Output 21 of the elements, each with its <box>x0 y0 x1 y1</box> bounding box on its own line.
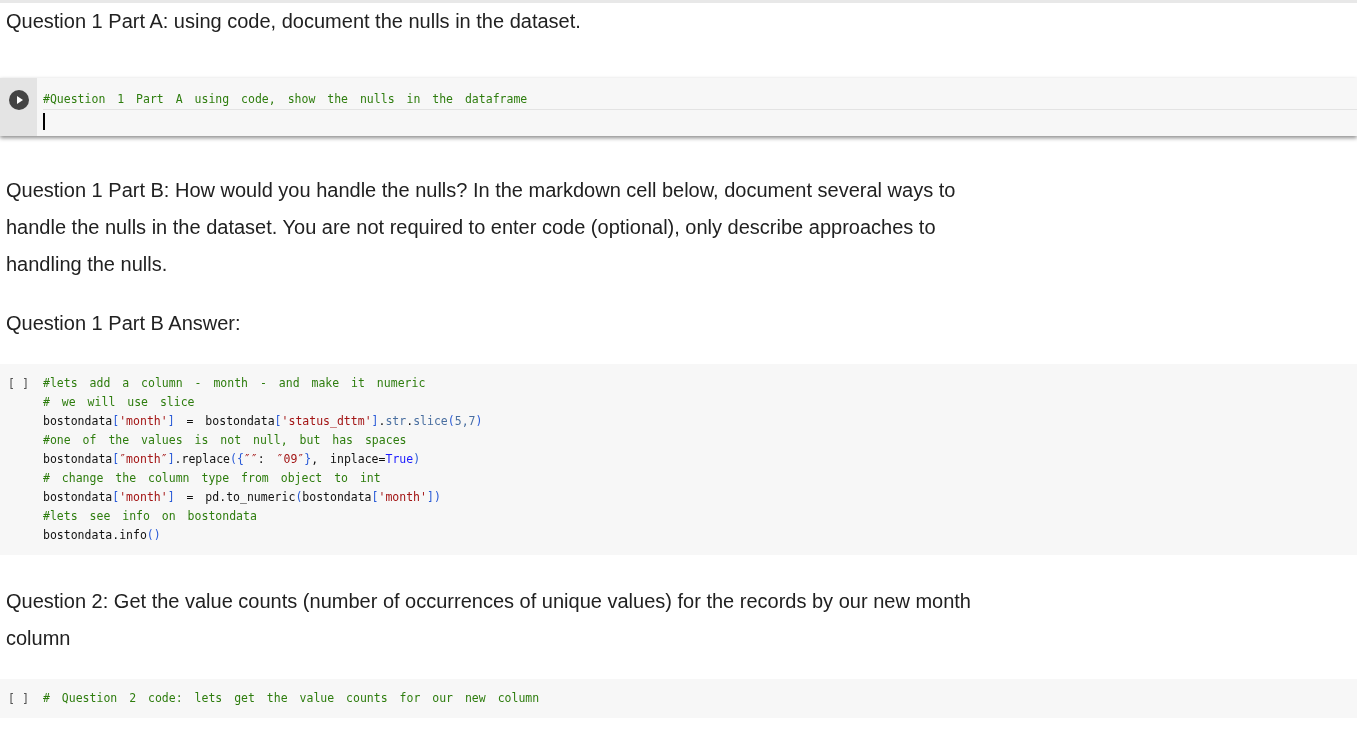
code-line: #one of the values is not null, but has spaces <box>43 432 408 449</box>
markdown-text: Question 1 Part B Answer: <box>5 311 242 336</box>
code-line: # Question 2 code: lets get the value counts for our new column <box>43 690 541 707</box>
code-line: bostondata['month'] = bostondata['status_dttm'].str.slice(5,7) <box>43 413 484 430</box>
code-line: # change the column type from object to int <box>43 470 382 487</box>
code-line: bostondata['month'] = pd.to_numeric(bostondata['month']) <box>43 489 442 506</box>
code-cell[interactable]: [ ] # Question 2 code: lets get the value counts for our new column <box>0 679 1357 718</box>
cell-prompt: [ ] <box>7 691 30 708</box>
cell-prompt: [ ] <box>7 376 30 393</box>
run-icon[interactable] <box>8 90 29 110</box>
code-line: #lets see info on bostondata <box>43 508 258 525</box>
markdown-text: Question 1 Part B: How would you handle the nulls? In the markdown cell below, document several ways to handle the nulls in the dataset. You are not required to enter code (optional), only describe approaches to handling the nulls. <box>5 178 957 277</box>
markdown-text: Question 1 Part A: using code, document the nulls in the dataset. <box>5 9 582 34</box>
code-line: bostondata.info() <box>43 527 162 544</box>
code-line: #lets add a column - month - and make it numeric <box>43 375 427 392</box>
code-cell[interactable]: #Question 1 Part A using code, show the nulls in the dataframe <box>0 78 1357 136</box>
code-line: bostondata[″month″].replace({″″: ″09″}, inplace=True) <box>43 451 422 468</box>
markdown-text: Question 2: Get the value counts (number of occurrences of unique values) for the records by our new month column <box>5 589 972 651</box>
code-line: # we will use slice <box>43 394 196 411</box>
text-cursor <box>43 112 45 130</box>
code-line: #Question 1 Part A using code, show the nulls in the dataframe <box>43 90 1357 110</box>
